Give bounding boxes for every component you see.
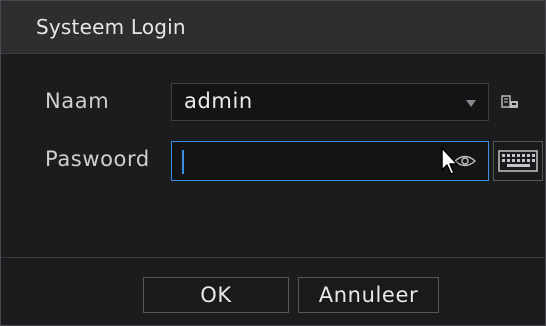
login-dialog: Systeem Login Naam admin Paswoord OK Ann… [0,0,546,326]
footer-divider [1,257,545,258]
cursor-icon [440,146,462,176]
username-select[interactable]: admin [171,83,489,121]
password-input[interactable] [171,141,489,181]
password-label: Paswoord [45,147,150,171]
keyboard-icon[interactable] [493,141,543,181]
ok-button[interactable]: OK [143,277,289,313]
text-caret [182,150,184,174]
dialog-titlebar: Systeem Login [1,1,545,54]
cancel-button[interactable]: Annuleer [298,277,439,313]
chevron-down-icon[interactable] [466,100,476,107]
username-value: admin [184,89,253,113]
dialog-title: Systeem Login [36,15,186,39]
user-list-icon[interactable] [501,93,519,111]
username-label: Naam [45,89,110,113]
